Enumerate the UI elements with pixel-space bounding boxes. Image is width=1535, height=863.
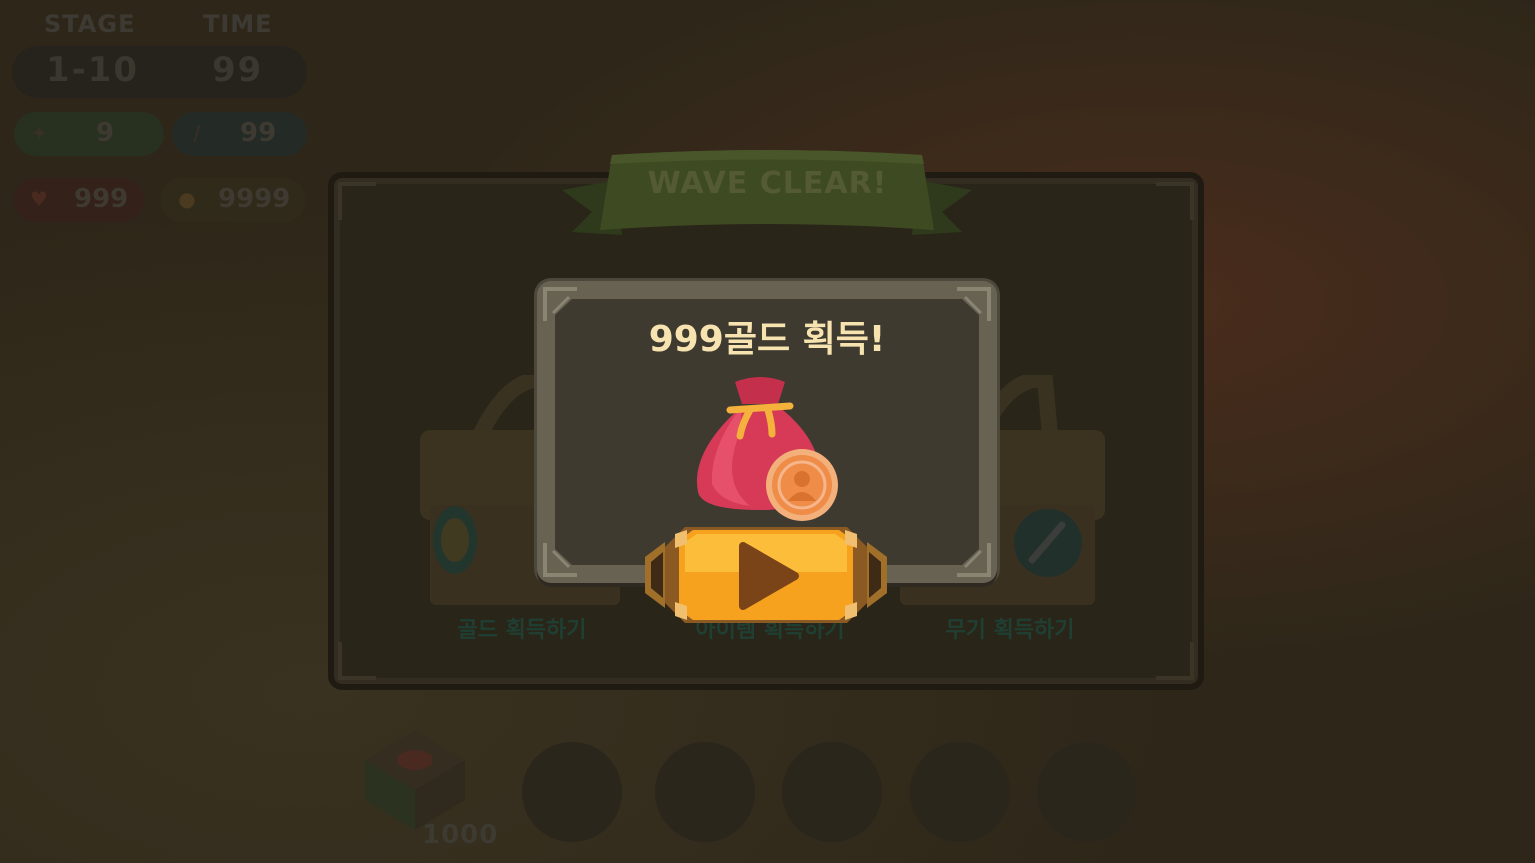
popup-corner-ornament bbox=[543, 543, 577, 577]
skill-slot[interactable] bbox=[522, 742, 622, 842]
attack-value: 99 bbox=[240, 118, 277, 148]
build-cost: 1000 bbox=[422, 820, 499, 850]
game-screen: STAGE TIME 1-10 99 ✦ 9 / 99 ♥ 999 ● 9999… bbox=[0, 0, 1535, 863]
skill-slot[interactable] bbox=[910, 742, 1010, 842]
coin-icon bbox=[766, 449, 838, 521]
play-button[interactable] bbox=[645, 522, 887, 628]
weapon-reward-label: 무기 획득하기 bbox=[945, 618, 1075, 643]
skill-slot[interactable] bbox=[782, 742, 882, 842]
kill-count: 9 bbox=[96, 118, 115, 148]
time-label: TIME bbox=[203, 10, 273, 38]
skill-slot[interactable] bbox=[1037, 742, 1137, 842]
time-value: 99 bbox=[212, 50, 264, 90]
stage-label: STAGE bbox=[44, 10, 136, 38]
skill-slot[interactable] bbox=[655, 742, 755, 842]
stage-value: 1-10 bbox=[46, 50, 140, 90]
sword-icon: / bbox=[193, 121, 201, 145]
panel-corner-ornament bbox=[1156, 642, 1194, 680]
skull-icon: ✦ bbox=[30, 121, 48, 145]
wave-clear-title: WAVE CLEAR! bbox=[647, 166, 888, 201]
popup-title: 999골드 획득! bbox=[648, 319, 886, 360]
gold-reward-label: 골드 획득하기 bbox=[457, 618, 587, 643]
panel-corner-ornament bbox=[338, 642, 376, 680]
popup-corner-ornament bbox=[957, 543, 991, 577]
